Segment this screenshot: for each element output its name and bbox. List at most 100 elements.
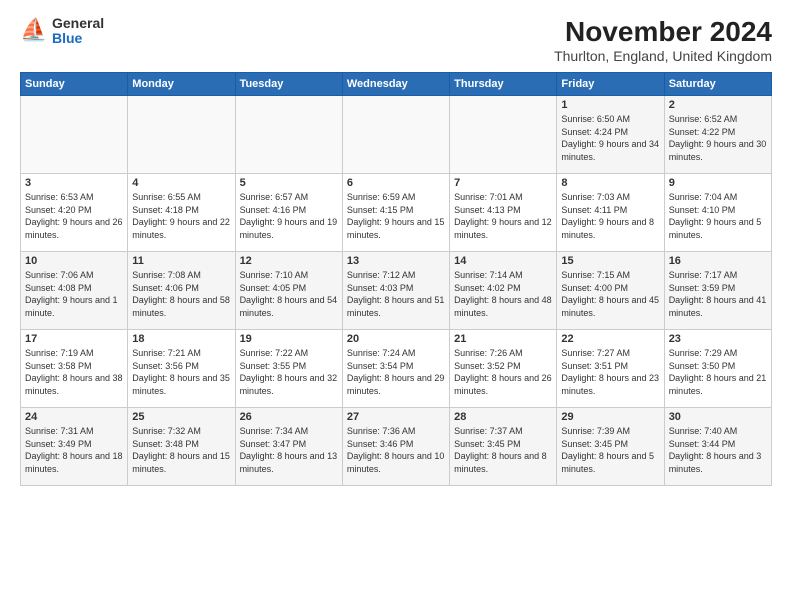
day-info: Sunrise: 7:27 AM Sunset: 3:51 PM Dayligh…: [561, 347, 659, 397]
day-info: Sunrise: 7:08 AM Sunset: 4:06 PM Dayligh…: [132, 269, 230, 319]
day-number: 5: [240, 177, 338, 189]
week-row-1: 3Sunrise: 6:53 AM Sunset: 4:20 PM Daylig…: [21, 174, 772, 252]
day-number: 17: [25, 333, 123, 345]
table-cell: [128, 96, 235, 174]
table-cell: 3Sunrise: 6:53 AM Sunset: 4:20 PM Daylig…: [21, 174, 128, 252]
day-number: 7: [454, 177, 552, 189]
table-cell: 8 Sunrise: 7:03 AM Sunset: 4:11 PM Daylig…: [557, 174, 664, 252]
table-cell: 26 Sunrise: 7:34 AM Sunset: 3:47 PM Dayli…: [235, 408, 342, 486]
day-info: Sunrise: 6:59 AM Sunset: 4:15 PM Dayligh…: [347, 191, 445, 241]
table-cell: 21 Sunrise: 7:26 AM Sunset: 3:52 PM Dayli…: [450, 330, 557, 408]
table-cell: 20 Sunrise: 7:24 AM Sunset: 3:54 PM Dayli…: [342, 330, 449, 408]
table-cell: 1 Sunrise: 6:50 AM Sunset: 4:24 PM Daylig…: [557, 96, 664, 174]
table-cell: 22 Sunrise: 7:27 AM Sunset: 3:51 PM Dayli…: [557, 330, 664, 408]
day-number: 28: [454, 411, 552, 423]
day-info: Sunrise: 7:37 AM Sunset: 3:45 PM Dayligh…: [454, 425, 552, 475]
table-cell: 30Sunrise: 7:40 AM Sunset: 3:44 PM Dayli…: [664, 408, 771, 486]
day-info: Sunrise: 7:24 AM Sunset: 3:54 PM Dayligh…: [347, 347, 445, 397]
day-info: Sunrise: 7:32 AM Sunset: 3:48 PM Dayligh…: [132, 425, 230, 475]
day-info: Sunrise: 6:50 AM Sunset: 4:24 PM Dayligh…: [561, 113, 659, 163]
day-number: 27: [347, 411, 445, 423]
day-info: Sunrise: 7:29 AM Sunset: 3:50 PM Dayligh…: [669, 347, 767, 397]
table-cell: 27Sunrise: 7:36 AM Sunset: 3:46 PM Dayli…: [342, 408, 449, 486]
logo: ⛵ General Blue: [20, 16, 104, 47]
header-sunday: Sunday: [21, 73, 128, 96]
day-number: 13: [347, 255, 445, 267]
day-number: 9: [669, 177, 767, 189]
day-number: 4: [132, 177, 230, 189]
day-number: 18: [132, 333, 230, 345]
week-row-0: 1 Sunrise: 6:50 AM Sunset: 4:24 PM Daylig…: [21, 96, 772, 174]
day-number: 22: [561, 333, 659, 345]
table-cell: 4 Sunrise: 6:55 AM Sunset: 4:18 PM Daylig…: [128, 174, 235, 252]
page-header: ⛵ General Blue November 2024 Thurlton, E…: [20, 16, 772, 64]
day-number: 30: [669, 411, 767, 423]
table-cell: 23Sunrise: 7:29 AM Sunset: 3:50 PM Dayli…: [664, 330, 771, 408]
table-cell: [235, 96, 342, 174]
day-number: 24: [25, 411, 123, 423]
day-info: Sunrise: 6:57 AM Sunset: 4:16 PM Dayligh…: [240, 191, 338, 241]
logo-general: General: [52, 16, 104, 31]
calendar: Sunday Monday Tuesday Wednesday Thursday…: [20, 72, 772, 486]
day-info: Sunrise: 7:19 AM Sunset: 3:58 PM Dayligh…: [25, 347, 123, 397]
day-info: Sunrise: 7:04 AM Sunset: 4:10 PM Dayligh…: [669, 191, 767, 241]
day-number: 29: [561, 411, 659, 423]
day-info: Sunrise: 7:21 AM Sunset: 3:56 PM Dayligh…: [132, 347, 230, 397]
day-number: 1: [561, 99, 659, 111]
day-number: 8: [561, 177, 659, 189]
day-info: Sunrise: 7:15 AM Sunset: 4:00 PM Dayligh…: [561, 269, 659, 319]
table-cell: 17 Sunrise: 7:19 AM Sunset: 3:58 PM Dayli…: [21, 330, 128, 408]
logo-blue: Blue: [52, 31, 104, 46]
day-info: Sunrise: 7:03 AM Sunset: 4:11 PM Dayligh…: [561, 191, 659, 241]
day-number: 21: [454, 333, 552, 345]
day-info: Sunrise: 6:55 AM Sunset: 4:18 PM Dayligh…: [132, 191, 230, 241]
table-cell: 28 Sunrise: 7:37 AM Sunset: 3:45 PM Dayli…: [450, 408, 557, 486]
day-info: Sunrise: 7:34 AM Sunset: 3:47 PM Dayligh…: [240, 425, 338, 475]
header-saturday: Saturday: [664, 73, 771, 96]
table-cell: 15 Sunrise: 7:15 AM Sunset: 4:00 PM Dayli…: [557, 252, 664, 330]
table-cell: 7 Sunrise: 7:01 AM Sunset: 4:13 PM Daylig…: [450, 174, 557, 252]
day-number: 19: [240, 333, 338, 345]
day-info: Sunrise: 7:31 AM Sunset: 3:49 PM Dayligh…: [25, 425, 123, 475]
day-info: Sunrise: 7:01 AM Sunset: 4:13 PM Dayligh…: [454, 191, 552, 241]
table-cell: 2 Sunrise: 6:52 AM Sunset: 4:22 PM Daylig…: [664, 96, 771, 174]
day-number: 20: [347, 333, 445, 345]
day-info: Sunrise: 7:06 AM Sunset: 4:08 PM Dayligh…: [25, 269, 123, 319]
table-cell: 9 Sunrise: 7:04 AM Sunset: 4:10 PM Daylig…: [664, 174, 771, 252]
table-cell: 13Sunrise: 7:12 AM Sunset: 4:03 PM Dayli…: [342, 252, 449, 330]
day-number: 26: [240, 411, 338, 423]
table-cell: [450, 96, 557, 174]
day-info: Sunrise: 6:52 AM Sunset: 4:22 PM Dayligh…: [669, 113, 767, 163]
day-number: 15: [561, 255, 659, 267]
location: Thurlton, England, United Kingdom: [554, 48, 772, 64]
day-number: 11: [132, 255, 230, 267]
day-info: Sunrise: 7:14 AM Sunset: 4:02 PM Dayligh…: [454, 269, 552, 319]
weekday-header-row: Sunday Monday Tuesday Wednesday Thursday…: [21, 73, 772, 96]
table-cell: [342, 96, 449, 174]
header-thursday: Thursday: [450, 73, 557, 96]
day-number: 2: [669, 99, 767, 111]
week-row-4: 24 Sunrise: 7:31 AM Sunset: 3:49 PM Dayli…: [21, 408, 772, 486]
table-cell: 16Sunrise: 7:17 AM Sunset: 3:59 PM Dayli…: [664, 252, 771, 330]
table-cell: 25 Sunrise: 7:32 AM Sunset: 3:48 PM Dayli…: [128, 408, 235, 486]
table-cell: 29Sunrise: 7:39 AM Sunset: 3:45 PM Dayli…: [557, 408, 664, 486]
day-info: Sunrise: 7:26 AM Sunset: 3:52 PM Dayligh…: [454, 347, 552, 397]
day-number: 25: [132, 411, 230, 423]
table-cell: 11 Sunrise: 7:08 AM Sunset: 4:06 PM Dayli…: [128, 252, 235, 330]
header-monday: Monday: [128, 73, 235, 96]
table-cell: 18 Sunrise: 7:21 AM Sunset: 3:56 PM Dayli…: [128, 330, 235, 408]
day-info: Sunrise: 7:22 AM Sunset: 3:55 PM Dayligh…: [240, 347, 338, 397]
table-cell: 12Sunrise: 7:10 AM Sunset: 4:05 PM Dayli…: [235, 252, 342, 330]
day-number: 14: [454, 255, 552, 267]
day-number: 12: [240, 255, 338, 267]
svg-text:⛵: ⛵: [20, 17, 47, 42]
day-number: 16: [669, 255, 767, 267]
header-friday: Friday: [557, 73, 664, 96]
title-section: November 2024 Thurlton, England, United …: [554, 16, 772, 64]
week-row-3: 17 Sunrise: 7:19 AM Sunset: 3:58 PM Dayli…: [21, 330, 772, 408]
month-title: November 2024: [554, 16, 772, 48]
day-number: 10: [25, 255, 123, 267]
logo-icon: ⛵: [20, 17, 48, 45]
table-cell: 6Sunrise: 6:59 AM Sunset: 4:15 PM Daylig…: [342, 174, 449, 252]
table-cell: 19 Sunrise: 7:22 AM Sunset: 3:55 PM Dayli…: [235, 330, 342, 408]
